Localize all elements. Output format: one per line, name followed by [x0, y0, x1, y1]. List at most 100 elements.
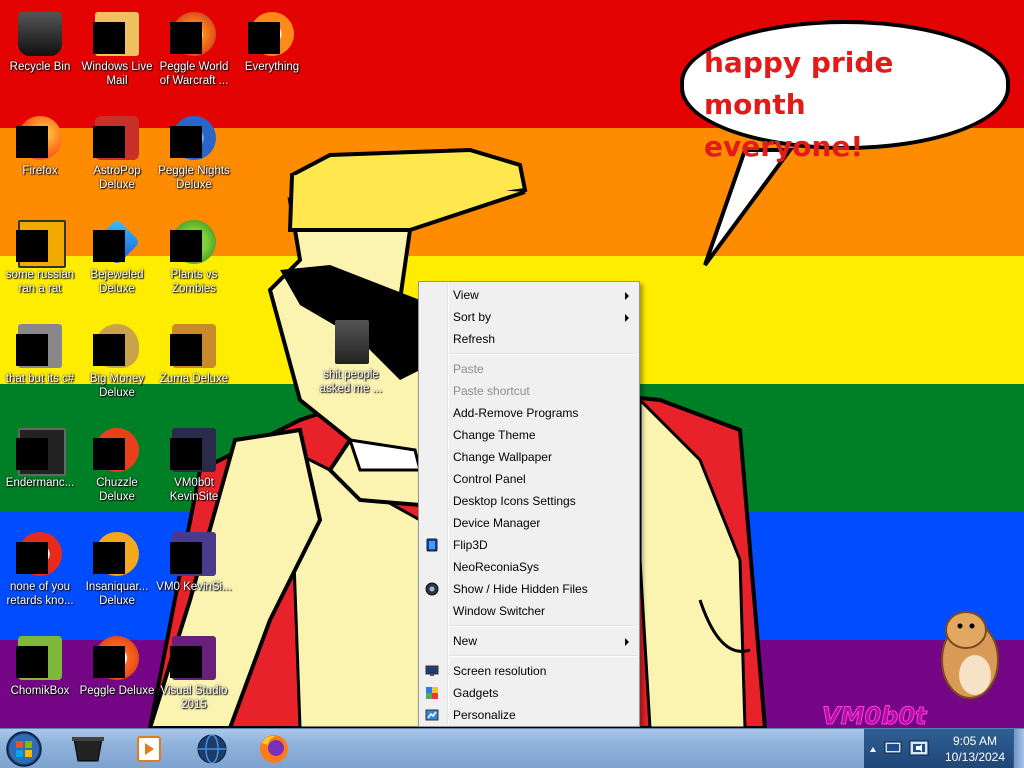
- menu-item-new[interactable]: New: [419, 630, 639, 652]
- menu-item-screen-resolution[interactable]: Screen resolution: [419, 660, 639, 682]
- start-button[interactable]: [4, 730, 44, 768]
- program-icon: [16, 322, 64, 370]
- menu-item-show-hide-hidden-files[interactable]: Show / Hide Hidden Files: [419, 578, 639, 600]
- visual-studio-icon: [170, 634, 218, 682]
- insaniquarium-icon: [93, 530, 141, 578]
- peggle-wow-icon: [170, 10, 218, 58]
- volume-icon[interactable]: [908, 739, 930, 757]
- desktop[interactable]: VM0b0t happy pride month everyone! Recyc…: [0, 0, 1024, 768]
- menu-item-neoreconiasys[interactable]: NeoReconiaSys: [419, 556, 639, 578]
- desktop-icon-label: Everything: [244, 61, 300, 73]
- tray-overflow-arrow-icon[interactable]: [868, 743, 878, 755]
- desktop-icon-label: AstroPop Deluxe: [93, 165, 141, 191]
- desktop-icon-label: Zuma Deluxe: [159, 373, 229, 385]
- desktop-icon-windows-live-mail[interactable]: Windows Live Mail: [79, 6, 155, 102]
- menu-item-label: View: [453, 288, 479, 302]
- rat-game-icon: [16, 218, 66, 268]
- menu-separator: [449, 353, 637, 355]
- taskbar-app-globe-icon[interactable]: [184, 731, 240, 767]
- menu-item-label: NeoReconiaSys: [453, 560, 540, 574]
- flip3d-icon: [426, 538, 438, 552]
- clock-time: 9:05 AM: [952, 734, 998, 748]
- menu-item-label: Desktop Icons Settings: [453, 494, 576, 508]
- submenu-arrow-icon: [625, 292, 629, 300]
- menu-item-gadgets[interactable]: Gadgets: [419, 682, 639, 704]
- desktop-icon-peggle-deluxe[interactable]: Peggle Deluxe: [79, 630, 155, 726]
- menu-item-paste[interactable]: Paste: [419, 358, 639, 380]
- desktop-icon-everything[interactable]: Everything: [234, 6, 310, 102]
- desktop-context-menu: View Sort by Refresh Paste Paste shortcu…: [418, 281, 640, 727]
- desktop-icon-peggle-wow[interactable]: Peggle World of Warcraft ...: [156, 6, 232, 102]
- taskbar-app-recycle-bin-icon[interactable]: [60, 731, 116, 767]
- peggle-nights-icon: [170, 114, 218, 162]
- menu-item-device-manager[interactable]: Device Manager: [419, 512, 639, 534]
- menu-item-change-wallpaper[interactable]: Change Wallpaper: [419, 446, 639, 468]
- desktop-icon-insaniquarium[interactable]: Insaniquar... Deluxe: [79, 526, 155, 622]
- network-icon[interactable]: [884, 739, 904, 757]
- menu-item-label: Refresh: [453, 332, 496, 346]
- desktop-icon-label: that but its c#: [5, 373, 75, 385]
- desktop-icon-vm0-kevinsite[interactable]: VM0 KevinSi...: [156, 526, 232, 622]
- peggle-icon: [93, 634, 141, 682]
- desktop-icon-label: Plants vs Zombies: [170, 269, 218, 295]
- menu-item-label: Device Manager: [453, 516, 541, 530]
- personalize-icon: [425, 709, 439, 721]
- desktop-icon-label: Endermanc...: [5, 477, 75, 489]
- menu-item-change-theme[interactable]: Change Theme: [419, 424, 639, 446]
- menu-item-label: Flip3D: [453, 538, 488, 552]
- desktop-icon-shit-people-asked-me[interactable]: shit people asked me ...: [313, 314, 389, 410]
- chomikbox-icon: [16, 634, 64, 682]
- desktop-icon-big-money[interactable]: Big Money Deluxe: [79, 318, 155, 414]
- menu-item-refresh[interactable]: Refresh: [419, 328, 639, 350]
- desktop-icon-label: Windows Live Mail: [81, 61, 153, 87]
- desktop-icon-label: VM0b0t KevinSite: [169, 477, 219, 503]
- desktop-icon-chuzzle[interactable]: Chuzzle Deluxe: [79, 422, 155, 518]
- desktop-icon-astropop[interactable]: AstroPop Deluxe: [79, 110, 155, 206]
- desktop-icon-that-but-its-csharp[interactable]: that but its c#: [2, 318, 78, 414]
- desktop-icon-label: Peggle Deluxe: [79, 685, 155, 697]
- menu-separator: [449, 655, 637, 657]
- zuma-icon: [170, 322, 218, 370]
- menu-item-flip3d[interactable]: Flip3D: [419, 534, 639, 556]
- desktop-icon-label: Bejeweled Deluxe: [90, 269, 144, 295]
- menu-item-control-panel[interactable]: Control Panel: [419, 468, 639, 490]
- desktop-icon-vm0b0t-kevinsite[interactable]: VM0b0t KevinSite: [156, 422, 232, 518]
- desktop-icon-firefox[interactable]: Firefox: [2, 110, 78, 206]
- desktop-icon-zuma[interactable]: Zuma Deluxe: [156, 318, 232, 414]
- menu-item-label: Window Switcher: [453, 604, 546, 618]
- desktop-icon-plants-vs-zombies[interactable]: Plants vs Zombies: [156, 214, 232, 310]
- plants-vs-zombies-icon: [170, 218, 218, 266]
- menu-item-label: Paste: [453, 362, 484, 376]
- desktop-icon-label: Insaniquar... Deluxe: [85, 581, 149, 607]
- menu-item-window-switcher[interactable]: Window Switcher: [419, 600, 639, 622]
- taskbar-clock[interactable]: 9:05 AM 10/13/2024: [940, 733, 1010, 765]
- show-desktop-button[interactable]: [1013, 729, 1024, 768]
- menu-item-personalize[interactable]: Personalize: [419, 704, 639, 726]
- desktop-icon-some-russian-ran-a-rat[interactable]: some russian ran a rat: [2, 214, 78, 310]
- menu-item-add-remove-programs[interactable]: Add-Remove Programs: [419, 402, 639, 424]
- endermanc-icon: [16, 426, 66, 476]
- speech-bubble-text: happy pride month everyone!: [704, 42, 994, 168]
- taskbar-app-firefox-icon[interactable]: [246, 731, 302, 767]
- menu-item-sort-by[interactable]: Sort by: [419, 306, 639, 328]
- menu-item-label: Change Wallpaper: [453, 450, 552, 464]
- desktop-icon-chomikbox[interactable]: ChomikBox: [2, 630, 78, 726]
- desktop-icon-visual-studio[interactable]: Visual Studio 2015: [156, 630, 232, 726]
- desktop-icon-endermanc[interactable]: Endermanc...: [2, 422, 78, 518]
- system-tray: 9:05 AM 10/13/2024: [864, 729, 1024, 768]
- taskbar: 9:05 AM 10/13/2024: [0, 728, 1024, 768]
- menu-item-label: Sort by: [453, 310, 492, 324]
- desktop-icon-label: VM0 KevinSi...: [156, 581, 232, 593]
- desktop-icon-none-of-you[interactable]: none of you retards kno...: [2, 526, 78, 622]
- taskbar-app-media-player-icon[interactable]: [120, 731, 176, 767]
- clock-date: 10/13/2024: [944, 750, 1006, 764]
- menu-item-desktop-icons-settings[interactable]: Desktop Icons Settings: [419, 490, 639, 512]
- kevinsite-icon: [170, 426, 218, 474]
- chuzzle-icon: [93, 426, 141, 474]
- program-icon: [16, 530, 64, 578]
- menu-item-view[interactable]: View: [419, 284, 639, 306]
- menu-item-paste-shortcut[interactable]: Paste shortcut: [419, 380, 639, 402]
- desktop-icon-peggle-nights[interactable]: Peggle Nights Deluxe: [156, 110, 232, 206]
- desktop-icon-recycle-bin[interactable]: Recycle Bin: [2, 6, 78, 102]
- desktop-icon-bejeweled[interactable]: Bejeweled Deluxe: [79, 214, 155, 310]
